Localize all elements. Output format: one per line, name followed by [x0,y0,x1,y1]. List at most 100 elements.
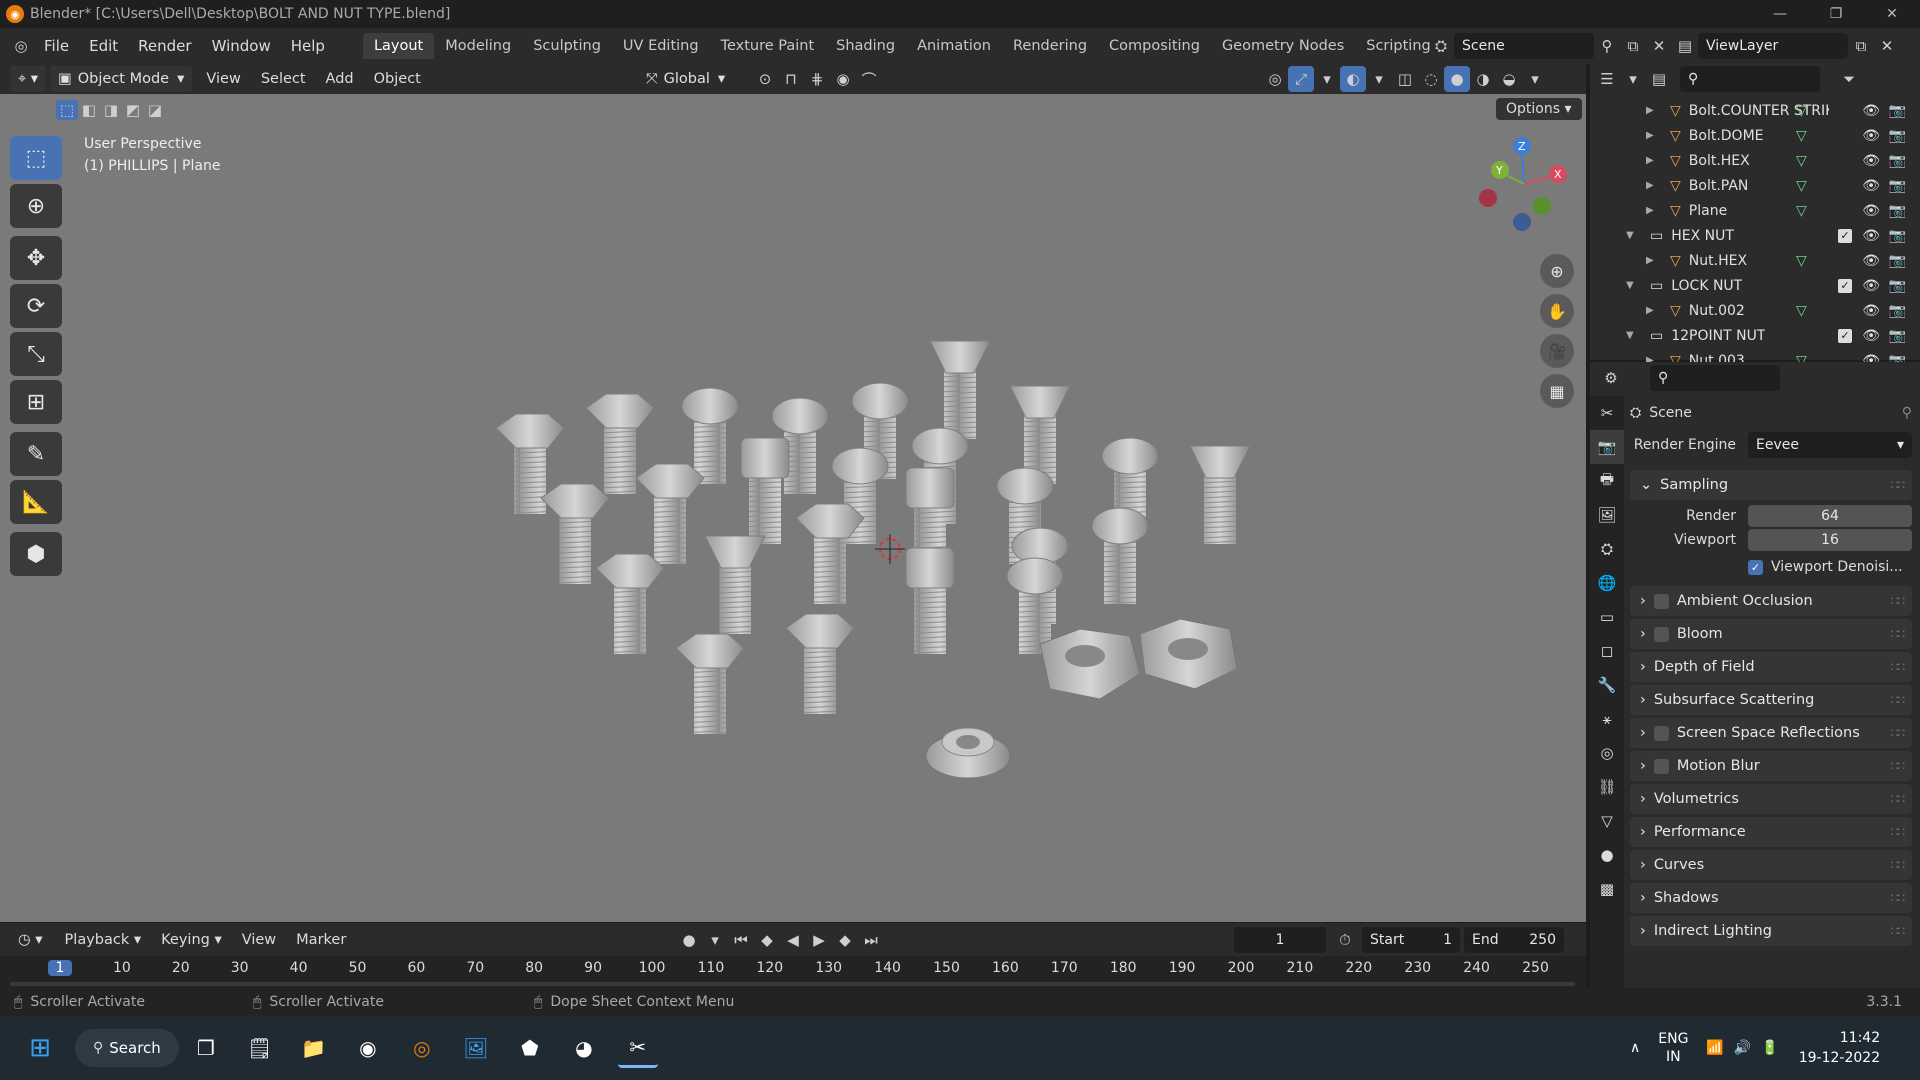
rendered-shading-icon[interactable]: ◒ [1496,66,1522,92]
record-dropdown-icon[interactable]: ▾ [702,927,728,953]
next-keyframe-icon[interactable]: ◆ [832,927,858,953]
render-camera-icon[interactable]: 📷 [1889,253,1906,269]
move-icon[interactable]: ✥ [10,236,62,280]
display-mode-icon[interactable]: ▾ [1620,66,1646,92]
battery-icon[interactable]: 🔋 [1761,1040,1778,1056]
blender-menu-icon[interactable]: ◎ [8,33,34,59]
expand-chevron-icon[interactable]: ▶ [1646,255,1662,266]
clock[interactable]: 11:42 19-12-2022 [1799,1028,1880,1068]
render-tab-icon[interactable]: 📷 [1590,430,1624,464]
select-subtract-icon[interactable]: ◨ [100,100,122,120]
outliner-row[interactable]: ▼ ▭ LOCK NUT ✓ 👁 📷 [1590,273,1920,298]
physics-tab-icon[interactable]: ◎ [1590,736,1624,770]
tab-modeling[interactable]: Modeling [434,33,522,59]
transform-icon[interactable]: ⊞ [10,380,62,424]
outliner-row[interactable]: ▶ ▽ Plane ▽ 👁 📷 [1590,198,1920,223]
expand-chevron-icon[interactable]: ▶ [1646,105,1662,116]
close-button[interactable]: ✕ [1864,0,1920,28]
scale-icon[interactable]: ⤡ [10,332,62,376]
annotate-icon[interactable]: ✎ [10,432,62,476]
material-tab-icon[interactable]: ● [1590,838,1624,872]
visibility-eye-icon[interactable]: 👁 [1862,153,1880,169]
add-cube-icon[interactable]: ⬢ [10,532,62,576]
expand-chevron-icon[interactable]: ▶ [1646,180,1662,191]
render-samples-field[interactable]: 64 [1748,505,1912,527]
12point-nut[interactable] [925,727,1011,779]
tool-tab-icon[interactable]: ✂ [1590,396,1624,430]
filter-icon[interactable]: ⏷ [1836,66,1862,92]
overlay-dropdown-icon[interactable]: ▾ [1366,66,1392,92]
new-viewlayer-icon[interactable]: ⧉ [1848,33,1874,59]
viewlayer-field[interactable]: ViewLayer [1698,33,1848,59]
maximize-button[interactable]: ❐ [1808,0,1864,28]
visibility-eye-icon[interactable]: 👁 [1862,203,1880,219]
photos-icon[interactable]: 🖼 [456,1028,496,1068]
file-explorer-icon[interactable]: 📁 [294,1028,334,1068]
viewlayer-tab-icon[interactable]: 🖼 [1590,498,1624,532]
tab-shading[interactable]: Shading [825,33,906,59]
scene-field[interactable]: Scene [1454,33,1594,59]
expand-chevron-icon[interactable]: ▶ [1646,130,1662,141]
outliner-row[interactable]: ▼ ▭ 12POINT NUT ✓ 👁 📷 [1590,323,1920,348]
property-panel-header[interactable]: › Bloom ∷∷ [1630,619,1912,649]
prev-keyframe-icon[interactable]: ◆ [754,927,780,953]
menu-render[interactable]: Render [128,33,201,59]
property-panel-header[interactable]: › Screen Space Reflections ∷∷ [1630,718,1912,748]
volume-icon[interactable]: 🔊 [1734,1040,1751,1056]
properties-search-input[interactable]: ⚲ [1650,365,1780,391]
outliner-row[interactable]: ▶ ▽ Bolt.HEX ▽ 👁 📷 [1590,148,1920,173]
viewport-menu-add[interactable]: Add [316,71,364,87]
zoom-icon[interactable]: ⊕ [1540,254,1574,288]
viewport-menu-object[interactable]: Object [364,71,431,87]
tab-sculpting[interactable]: Sculpting [522,33,612,59]
property-panel-header[interactable]: › Subsurface Scattering ∷∷ [1630,685,1912,715]
visibility-eye-icon[interactable]: 👁 [1862,103,1880,119]
bolt[interactable] [704,535,766,634]
record-icon[interactable]: ● [676,927,702,953]
object-tab-icon[interactable]: ◻ [1590,634,1624,668]
overlay-icon[interactable]: ◐ [1340,66,1366,92]
collapse-chevron-icon[interactable]: ▼ [1626,280,1642,291]
properties-editor-icon[interactable]: ⚙ [1598,365,1624,391]
scene-icon[interactable]: ⛭ [1428,33,1454,59]
bolt[interactable] [929,340,991,439]
visibility-eye-icon[interactable]: 👁 [1862,278,1880,294]
start-windows-icon[interactable]: ⊞ [20,1028,60,1068]
bolt[interactable] [595,553,665,654]
collection-tab-icon[interactable]: ▭ [1590,600,1624,634]
preview-range-icon[interactable]: ⏱ [1332,927,1358,953]
wireframe-shading-icon[interactable]: ◌ [1418,66,1444,92]
outliner-row[interactable]: ▶ ▽ Nut.002 ▽ 👁 📷 [1590,298,1920,323]
proportional-edit-icon[interactable]: ◉ [830,66,856,92]
cursor-icon[interactable]: ⊕ [10,184,62,228]
texture-tab-icon[interactable]: ▩ [1590,872,1624,906]
timeline-editor-type[interactable]: ◷ ▾ [10,927,51,953]
sampling-panel-header[interactable]: ⌄ Sampling ∷∷ [1630,470,1912,500]
outliner-editor-icon[interactable]: ☰ [1594,66,1620,92]
bolt[interactable] [740,437,790,544]
modifier-tab-icon[interactable]: 🔧 [1590,668,1624,702]
lock-nut[interactable] [1139,618,1238,690]
snap-target-icon[interactable]: ⋕ [804,66,830,92]
measure-icon[interactable]: 📐 [10,480,62,524]
viewport-samples-field[interactable]: 16 [1748,529,1912,551]
notepad-icon[interactable]: 🗒 [240,1028,280,1068]
bolt[interactable] [675,633,745,734]
gizmo-dropdown-icon[interactable]: ▾ [1314,66,1340,92]
select-intersect-icon[interactable]: ◪ [144,100,166,120]
visibility-eye-icon[interactable]: 👁 [1862,328,1880,344]
select-box-icon[interactable]: ⬚ [10,136,62,180]
blender-taskbar-icon[interactable]: ◎ [402,1028,442,1068]
expand-chevron-icon[interactable]: ▶ [1646,155,1662,166]
visibility-eye-icon[interactable]: 👁 [1862,128,1880,144]
render-engine-dropdown[interactable]: Eevee ▾ [1748,432,1912,458]
jump-start-icon[interactable]: ⏮ [728,927,754,953]
snipping-tool-icon[interactable]: ✂ [617,1028,658,1068]
pivot-icon[interactable]: ⊙ [752,66,778,92]
viewport-menu-select[interactable]: Select [251,71,316,87]
play-reverse-icon[interactable]: ◀ [780,927,806,953]
outliner-row[interactable]: ▶ ▽ Bolt.PAN ▽ 👁 📷 [1590,173,1920,198]
world-tab-icon[interactable]: 🌐 [1590,566,1624,600]
outliner-search-input[interactable]: ⚲ [1680,66,1820,92]
viewlayer-icon[interactable]: ▤ [1672,33,1698,59]
